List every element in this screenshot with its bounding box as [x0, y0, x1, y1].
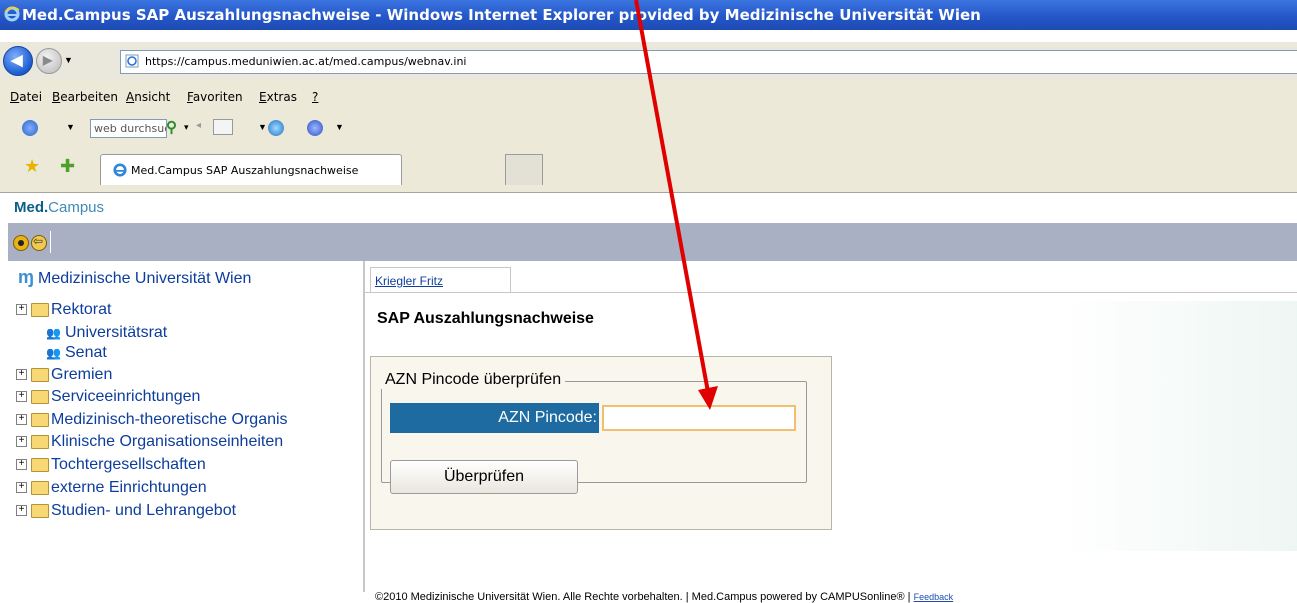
- expand-icon[interactable]: +: [16, 459, 27, 471]
- add-favorite-icon[interactable]: ✚: [60, 156, 75, 177]
- folder-icon: [31, 503, 49, 518]
- toolbar: ▼ web durchsuc ⚲ ▾ ◂ ▼ ▼: [0, 114, 1297, 147]
- forward-button[interactable]: ▶: [36, 48, 62, 74]
- expand-icon[interactable]: +: [16, 482, 27, 494]
- folder-icon: [31, 412, 49, 427]
- tab-divider: [365, 292, 1297, 293]
- people-icon: 👥: [46, 326, 61, 340]
- expand-icon[interactable]: +: [16, 505, 27, 517]
- pincode-panel: AZN Pincode überprüfen AZN Pincode: Über…: [370, 356, 832, 530]
- menu-favoriten[interactable]: Favoriten: [187, 90, 243, 104]
- menu-datei[interactable]: Datei: [10, 90, 42, 104]
- folder-icon: [31, 457, 49, 472]
- med-campus-logo: Med.Campus: [14, 199, 105, 216]
- tree-item-senat[interactable]: 👥 Senat: [46, 344, 107, 362]
- window-title-bar[interactable]: Med.Campus SAP Auszahlungsnachweise - Wi…: [0, 0, 1297, 30]
- tree-item-tochtergesellschaften[interactable]: + Tochtergesellschaften: [16, 456, 206, 474]
- expand-icon[interactable]: +: [16, 304, 27, 316]
- expand-icon[interactable]: +: [16, 369, 27, 381]
- help-dropdown-icon[interactable]: ▼: [335, 122, 344, 132]
- feedback-link[interactable]: Feedback: [914, 592, 954, 602]
- tab-user[interactable]: Kriegler Fritz: [370, 267, 511, 292]
- organization-tree: ɱ Medizinische Universität Wien + Rektorat…: [8, 261, 365, 592]
- fieldset-legend: AZN Pincode überprüfen: [381, 371, 566, 389]
- tree-item-externe-einrichtungen[interactable]: + externe Einrichtungen: [16, 479, 207, 497]
- page-icon: [125, 54, 139, 68]
- menu-extras[interactable]: Extras: [259, 90, 297, 104]
- address-bar-row: ◀ ▶ ▼ https://campus.meduniwien.ac.at/me…: [0, 42, 1297, 80]
- new-tab-button[interactable]: [505, 154, 543, 185]
- menu-ansicht[interactable]: Ansicht: [126, 90, 170, 104]
- tree-item-universitaetsrat[interactable]: 👥 Universitätsrat: [46, 324, 167, 342]
- people-icon: 👥: [46, 346, 61, 360]
- app-header: Med.Campus: [8, 193, 1297, 223]
- folder-icon: [31, 480, 49, 495]
- back-button[interactable]: ◀: [3, 46, 33, 76]
- folder-icon: [31, 367, 49, 382]
- menu-bearbeiten[interactable]: Bearbeiten: [52, 90, 118, 104]
- tab-med-campus[interactable]: Med.Campus SAP Auszahlungsnachweise: [100, 154, 402, 185]
- search-input[interactable]: web durchsuc: [90, 119, 167, 138]
- menu-help[interactable]: ?: [312, 90, 318, 104]
- tree-item-serviceeinrichtungen[interactable]: + Serviceeinrichtungen: [16, 388, 200, 406]
- expand-icon[interactable]: +: [16, 436, 27, 448]
- expand-icon[interactable]: +: [16, 414, 27, 426]
- tools-icon[interactable]: [268, 120, 284, 136]
- tree-item-gremien[interactable]: + Gremien: [16, 366, 112, 384]
- help-icon[interactable]: [307, 120, 323, 136]
- menu-bar: Datei Bearbeiten Ansicht Favoriten Extra…: [0, 80, 1297, 114]
- ie-logo-icon: [4, 6, 20, 22]
- page-dropdown-icon[interactable]: ▼: [258, 122, 267, 132]
- url-input[interactable]: https://campus.meduniwien.ac.at/med.camp…: [120, 50, 1297, 74]
- separator-icon: ◂: [196, 120, 202, 131]
- pincode-input[interactable]: [602, 405, 796, 431]
- decorative-gradient: [1065, 301, 1297, 551]
- pincode-label: AZN Pincode:: [390, 403, 599, 433]
- tab-ie-icon: [113, 163, 127, 177]
- folder-icon: [31, 302, 49, 317]
- page-title: SAP Auszahlungsnachweise: [377, 310, 594, 327]
- folder-icon: [31, 389, 49, 404]
- home-icon[interactable]: [13, 235, 29, 251]
- url-text: https://campus.meduniwien.ac.at/med.camp…: [145, 55, 467, 68]
- expand-icon[interactable]: +: [16, 391, 27, 403]
- tab-label: Med.Campus SAP Auszahlungsnachweise: [131, 164, 359, 177]
- favorites-star-icon[interactable]: ★: [24, 156, 40, 177]
- page-menu-icon[interactable]: [213, 119, 233, 135]
- tab-strip: ★ ✚ Med.Campus SAP Auszahlungsnachweise: [0, 146, 1297, 193]
- forward-arrow-icon: ▶: [43, 53, 53, 67]
- tree-item-medizinisch-theoretische[interactable]: + Medizinisch-theoretische Organis: [16, 411, 288, 429]
- footer: ©2010 Medizinische Universität Wien. All…: [375, 591, 954, 603]
- separator: [50, 231, 51, 253]
- tree-item-klinische[interactable]: + Klinische Organisationseinheiten: [16, 433, 283, 451]
- back-arrow-icon: ◀: [11, 52, 23, 69]
- tree-root[interactable]: ɱ Medizinische Universität Wien: [18, 267, 251, 288]
- main-content: Kriegler Fritz SAP Auszahlungsnachweise …: [365, 261, 1297, 603]
- window-title: Med.Campus SAP Auszahlungsnachweise - Wi…: [22, 6, 981, 24]
- tree-item-studien[interactable]: + Studien- und Lehrangebot: [16, 502, 236, 520]
- meduni-logo-icon: ɱ: [18, 267, 35, 287]
- folder-icon: [31, 434, 49, 449]
- app-navigation-bar: [8, 223, 1297, 261]
- search-dropdown-icon[interactable]: ▾: [184, 122, 189, 133]
- search-icon[interactable]: ⚲: [166, 118, 177, 136]
- ie-search-provider-icon[interactable]: [22, 120, 38, 136]
- tree-item-rektorat[interactable]: + Rektorat: [16, 301, 111, 319]
- back-icon[interactable]: [31, 234, 47, 251]
- search-provider-dropdown-icon[interactable]: ▼: [66, 122, 75, 132]
- check-button[interactable]: Überprüfen: [390, 460, 578, 494]
- history-dropdown-icon[interactable]: ▼: [64, 55, 73, 65]
